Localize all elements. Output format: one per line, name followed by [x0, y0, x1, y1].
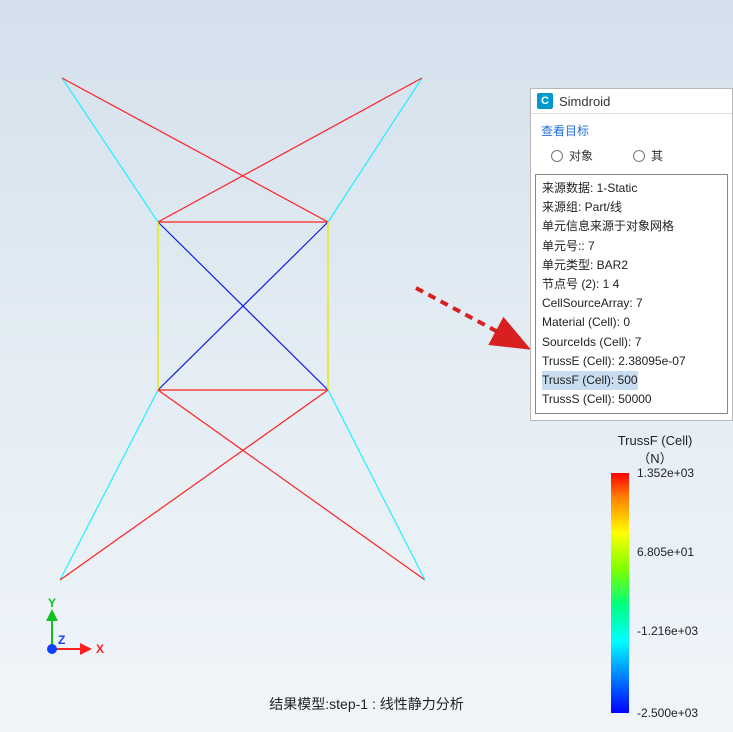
app-logo-icon: C [537, 93, 553, 109]
tick-1: 6.805e+01 [637, 545, 694, 559]
info-element-no: 单元号:: 7 [542, 237, 721, 256]
info-cell-source-array: CellSourceArray: 7 [542, 294, 721, 313]
axis-z-label: Z [58, 633, 65, 647]
info-material-cell: Material (Cell): 0 [542, 313, 721, 332]
axis-y-label: Y [48, 596, 56, 610]
tick-0: 1.352e+03 [637, 466, 694, 480]
radio-other[interactable]: 其 [633, 147, 663, 164]
radio-object-input[interactable] [551, 150, 563, 162]
info-source-group: 来源组: Part/线 [542, 198, 721, 217]
tick-2: -1.216e+03 [637, 624, 698, 638]
element-info-box: 来源数据: 1-Static 来源组: Part/线 单元信息来源于对象网格 单… [535, 174, 728, 414]
legend-title-line2: （N） [605, 450, 705, 468]
info-source-ids-cell: SourceIds (Cell): 7 [542, 333, 721, 352]
info-source-data: 来源数据: 1-Static [542, 179, 721, 198]
radio-other-label: 其 [651, 147, 663, 164]
info-element-info: 单元信息来源于对象网格 [542, 217, 721, 236]
info-panel: C Simdroid 查看目标 对象 其 来源数据: 1-Static 来源组:… [530, 88, 733, 421]
legend-title-line1: TrussF (Cell) [605, 432, 705, 450]
colorbar-legend: TrussF (Cell) （N） 1.352e+03 6.805e+01 -1… [575, 432, 705, 713]
view-target-radios: 对象 其 [531, 143, 732, 174]
annotation-arrow [412, 280, 542, 370]
radio-other-input[interactable] [633, 150, 645, 162]
coord-triad: X Y Z [40, 597, 110, 672]
colorbar-gradient [611, 473, 629, 713]
info-trussf-cell: TrussF (Cell): 500 [542, 371, 638, 390]
section-title: 查看目标 [531, 114, 732, 143]
info-element-type: 单元类型: BAR2 [542, 256, 721, 275]
axis-x-label: X [96, 642, 104, 656]
app-title: Simdroid [559, 94, 610, 109]
info-trusss-cell: TrussS (Cell): 50000 [542, 390, 721, 409]
panel-titlebar: C Simdroid [531, 89, 732, 114]
radio-object-label: 对象 [569, 147, 593, 164]
result-caption: 结果模型:step-1 : 线性静力分析 [0, 694, 733, 714]
legend-title: TrussF (Cell) （N） [605, 432, 705, 467]
info-node-ids: 节点号 (2): 1 4 [542, 275, 721, 294]
radio-object[interactable]: 对象 [551, 147, 593, 164]
colorbar-ticks: 1.352e+03 6.805e+01 -1.216e+03 -2.500e+0… [633, 473, 705, 713]
info-trusse-cell: TrussE (Cell): 2.38095e-07 [542, 352, 721, 371]
